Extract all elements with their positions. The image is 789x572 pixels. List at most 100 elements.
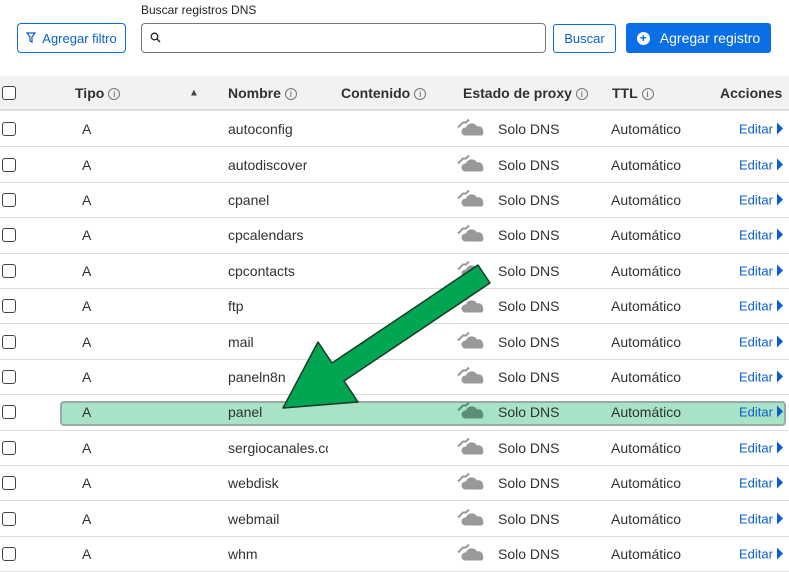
search-input[interactable] [167, 24, 545, 52]
ttl-value: Automático [611, 156, 682, 173]
proxy-status: Solo DNS [498, 262, 560, 279]
record-name: cpcontacts [228, 262, 295, 279]
edit-label: Editar [739, 546, 773, 562]
search-field[interactable] [141, 23, 546, 53]
row-checkbox[interactable] [2, 405, 16, 420]
edit-link[interactable]: Editar [739, 122, 783, 137]
proxy-status: Solo DNS [498, 510, 560, 527]
ttl-value: Automático [611, 439, 682, 456]
header-type[interactable]: Tipo i [75, 85, 121, 101]
ttl-value: Automático [611, 510, 682, 527]
sort-asc-icon[interactable]: ▲ [189, 87, 199, 98]
add-filter-label: Agregar filtro [42, 30, 117, 46]
table-row: A panel Solo DNS Automático Editar [0, 395, 789, 431]
table-row: A sergiocanales.co Solo DNS Automático E… [0, 431, 789, 466]
search-icon [150, 30, 161, 46]
row-checkbox[interactable] [2, 511, 16, 526]
edit-link[interactable]: Editar [739, 299, 783, 314]
caret-right-icon [776, 158, 783, 171]
dns-only-cloud-icon [457, 508, 485, 529]
record-type: A [82, 262, 92, 279]
record-type: A [82, 475, 92, 492]
edit-link[interactable]: Editar [739, 440, 783, 455]
dns-only-cloud-icon [457, 225, 485, 246]
table-row: A autodiscover Solo DNS Automático Edita… [0, 147, 789, 183]
dns-only-cloud-icon [457, 543, 485, 564]
record-type: A [82, 333, 92, 350]
edit-link[interactable]: Editar [739, 228, 783, 243]
header-content[interactable]: Contenido i [341, 85, 427, 101]
record-type: A [82, 404, 92, 421]
dns-only-cloud-icon [457, 472, 485, 494]
record-type: A [82, 191, 92, 208]
table-row: A ftp Solo DNS Automático Editar [0, 289, 789, 325]
row-checkbox[interactable] [2, 476, 16, 491]
proxy-status: Solo DNS [498, 475, 560, 492]
record-type: A [82, 156, 92, 173]
caret-right-icon [776, 405, 783, 418]
record-name: paneln8n [228, 368, 286, 385]
row-checkbox[interactable] [2, 546, 16, 561]
edit-link[interactable]: Editar [739, 369, 783, 384]
add-filter-button[interactable]: Agregar filtro [17, 23, 126, 53]
edit-link[interactable]: Editar [739, 157, 783, 172]
ttl-value: Automático [611, 298, 682, 315]
dns-only-cloud-icon [457, 189, 485, 210]
add-record-button[interactable]: + Agregar registro [626, 23, 771, 53]
edit-link[interactable]: Editar [739, 334, 783, 349]
edit-label: Editar [739, 404, 773, 420]
record-name: autodiscover [228, 156, 308, 173]
edit-link[interactable]: Editar [739, 546, 783, 561]
caret-right-icon [776, 441, 783, 454]
header-name[interactable]: Nombre i [228, 85, 297, 101]
dns-only-cloud-icon [457, 437, 485, 458]
edit-label: Editar [739, 157, 773, 173]
header-ttl[interactable]: TTL i [612, 85, 654, 101]
dns-only-cloud-icon [457, 331, 485, 352]
caret-right-icon [776, 512, 783, 525]
caret-right-icon [776, 335, 783, 348]
ttl-value: Automático [611, 545, 682, 562]
record-type: A [82, 510, 92, 527]
edit-link[interactable]: Editar [739, 192, 783, 207]
edit-label: Editar [739, 263, 773, 279]
row-checkbox[interactable] [2, 440, 16, 455]
info-icon: i [575, 87, 588, 100]
header-proxy-label: Estado de proxy [463, 84, 572, 101]
table-row: A webmail Solo DNS Automático Editar [0, 501, 789, 537]
select-all-checkbox[interactable] [2, 85, 16, 100]
proxy-status: Solo DNS [498, 404, 560, 421]
row-checkbox[interactable] [2, 157, 16, 172]
row-checkbox[interactable] [2, 334, 16, 349]
proxy-status: Solo DNS [498, 227, 560, 244]
record-name: webdisk [228, 475, 279, 492]
edit-link[interactable]: Editar [739, 405, 783, 420]
ttl-value: Automático [611, 404, 682, 421]
row-checkbox[interactable] [2, 192, 16, 207]
ttl-value: Automático [611, 227, 682, 244]
record-name: mail [228, 333, 254, 350]
row-checkbox[interactable] [2, 228, 16, 243]
info-icon: i [108, 87, 121, 100]
caret-right-icon [776, 264, 783, 277]
record-name: autoconfig [228, 121, 293, 138]
search-button[interactable]: Buscar [553, 24, 616, 53]
table-row: A paneln8n Solo DNS Automático Editar [0, 360, 789, 396]
info-icon: i [284, 87, 297, 100]
proxy-status: Solo DNS [498, 368, 560, 385]
edit-link[interactable]: Editar [739, 511, 783, 526]
row-checkbox[interactable] [2, 299, 16, 314]
edit-link[interactable]: Editar [739, 263, 783, 278]
row-checkbox[interactable] [2, 263, 16, 278]
edit-link[interactable]: Editar [739, 476, 783, 491]
header-proxy[interactable]: Estado de proxy i [463, 85, 588, 101]
search-label: Buscar registros DNS [141, 3, 257, 17]
proxy-status: Solo DNS [498, 298, 560, 315]
edit-label: Editar [739, 298, 773, 314]
row-checkbox[interactable] [2, 122, 16, 137]
row-checkbox[interactable] [2, 369, 16, 384]
caret-right-icon [776, 122, 783, 135]
header-name-label: Nombre [228, 84, 281, 101]
table-row: A webdisk Solo DNS Automático Editar [0, 466, 789, 502]
ttl-value: Automático [611, 121, 682, 138]
